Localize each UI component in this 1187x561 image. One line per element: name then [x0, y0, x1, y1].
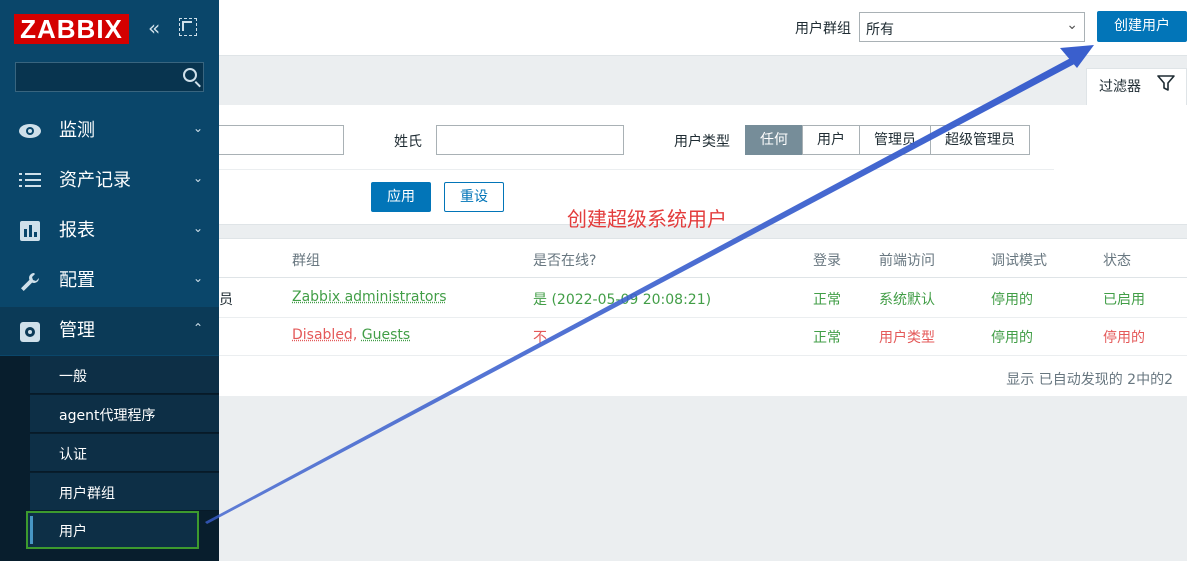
row2-group-guests[interactable]: Guests [362, 327, 410, 343]
page-header: 用户群组 所有 ⌄ 创建用户 [219, 0, 1187, 56]
col-header-online[interactable]: 是否在线? [533, 250, 596, 270]
menu-administration-label: 管理 [59, 320, 95, 341]
menu-configuration-label: 配置 [59, 270, 95, 291]
chevron-up-icon: ⌃ [192, 321, 203, 335]
row2-status[interactable]: 停用的 [1103, 327, 1145, 347]
user-group-value: 所有 [866, 22, 894, 38]
user-type-user[interactable]: 用户 [802, 125, 860, 155]
row1-login: 正常 [813, 292, 841, 308]
chevron-down-icon: ⌄ [192, 271, 203, 285]
chevron-down-icon: ⌄ [1066, 17, 1078, 33]
menu-monitoring[interactable]: 监测 ⌄ [0, 107, 219, 155]
menu-configuration[interactable]: 配置 ⌄ [0, 257, 219, 305]
surname-label: 姓氏 [394, 134, 422, 150]
row1-status[interactable]: 已启用 [1103, 289, 1145, 309]
col-header-groups[interactable]: 群组 [292, 250, 320, 270]
divider [219, 355, 1187, 356]
menu-inventory[interactable]: 资产记录 ⌄ [0, 157, 219, 205]
submenu-proxies[interactable]: agent代理程序 [30, 395, 219, 433]
submenu-user-groups-label: 用户群组 [59, 486, 115, 502]
row2-group-disabled[interactable]: Disabled [292, 327, 353, 343]
user-group-select[interactable]: 所有 ⌄ [859, 12, 1085, 42]
chevron-down-icon: ⌄ [192, 121, 203, 135]
filter-tab-label: 过滤器 [1099, 79, 1141, 95]
bar-chart-icon [18, 221, 42, 241]
sidebar-search-input[interactable] [15, 62, 204, 92]
row2-login: 正常 [813, 330, 841, 346]
submenu-general-label: 一般 [59, 369, 87, 385]
user-group-label: 用户群组 [795, 21, 851, 37]
submenu-users[interactable]: 用户 [26, 511, 199, 549]
chevron-down-icon: ⌄ [192, 221, 203, 235]
filter-tab[interactable]: 过滤器 [1086, 68, 1187, 106]
sidebar: ZABBIX « 监测 ⌄ 资产记录 ⌄ 报表 ⌄ 配置 ⌄ 管理 ⌃ 一般 a… [0, 0, 219, 561]
row2-debug[interactable]: 停用的 [991, 327, 1033, 347]
divider [219, 169, 1054, 170]
menu-administration[interactable]: 管理 ⌃ [0, 307, 219, 355]
menu-reports-label: 报表 [59, 220, 95, 241]
submenu-users-label: 用户 [59, 524, 87, 540]
eye-icon [18, 121, 42, 141]
filter-panel: 姓氏 用户类型 任何 用户 管理员 超级管理员 应用 重设 创建超级系统用户 [219, 105, 1187, 231]
submenu-proxies-label: agent代理程序 [59, 408, 156, 424]
menu-inventory-label: 资产记录 [59, 170, 131, 191]
row2-online: 不 [533, 330, 547, 346]
menu-monitoring-label: 监测 [59, 120, 95, 141]
administration-submenu: 一般 agent代理程序 认证 用户群组 用户 [0, 356, 219, 561]
surname-input[interactable] [436, 125, 624, 155]
col-header-debug[interactable]: 调试模式 [991, 250, 1047, 270]
wrench-icon [18, 271, 42, 291]
submenu-authentication[interactable]: 认证 [30, 434, 219, 472]
row2-frontend[interactable]: 用户类型 [879, 327, 935, 347]
reset-button[interactable]: 重设 [444, 182, 504, 212]
submenu-general[interactable]: 一般 [30, 356, 219, 394]
col-header-frontend[interactable]: 前端访问 [879, 250, 935, 270]
collapse-sidebar-icon[interactable]: « [148, 18, 160, 38]
divider [219, 277, 1187, 278]
submenu-authentication-label: 认证 [59, 447, 87, 463]
gear-icon [18, 321, 42, 342]
first-name-input[interactable] [219, 125, 344, 155]
user-type-segmented: 任何 用户 管理员 超级管理员 [745, 125, 1030, 155]
user-type-super-admin[interactable]: 超级管理员 [930, 125, 1030, 155]
menu-reports[interactable]: 报表 ⌄ [0, 207, 219, 255]
group-separator: , [352, 327, 362, 343]
users-table: 群组 是否在线? 登录 前端访问 调试模式 状态 员 Zabbix admini… [219, 238, 1187, 396]
row2-groups: Disabled, Guests [292, 327, 410, 343]
row1-group-link[interactable]: Zabbix administrators [292, 289, 447, 305]
zabbix-logo[interactable]: ZABBIX [14, 14, 129, 44]
create-user-button[interactable]: 创建用户 [1097, 11, 1187, 42]
user-type-any[interactable]: 任何 [745, 125, 803, 155]
submenu-user-groups[interactable]: 用户群组 [30, 473, 219, 511]
table-footer-count: 显示 已自动发现的 2中的2 [1006, 372, 1173, 388]
row1-debug[interactable]: 停用的 [991, 289, 1033, 309]
col-header-login[interactable]: 登录 [813, 250, 841, 270]
annotation-text: 创建超级系统用户 [567, 207, 727, 231]
divider [219, 317, 1187, 318]
col-header-status[interactable]: 状态 [1103, 250, 1131, 270]
search-icon[interactable] [183, 68, 197, 82]
kiosk-mode-icon[interactable] [179, 18, 197, 36]
row1-alias[interactable]: 员 [219, 289, 233, 309]
row1-frontend[interactable]: 系统默认 [879, 289, 935, 309]
user-type-admin[interactable]: 管理员 [859, 125, 931, 155]
user-type-label: 用户类型 [674, 134, 730, 150]
row1-online: 是 (2022-05-09 20:08:21) [533, 292, 712, 308]
chevron-down-icon: ⌄ [192, 171, 203, 185]
apply-button[interactable]: 应用 [371, 182, 431, 212]
list-icon [18, 171, 42, 191]
filter-icon [1157, 74, 1175, 92]
